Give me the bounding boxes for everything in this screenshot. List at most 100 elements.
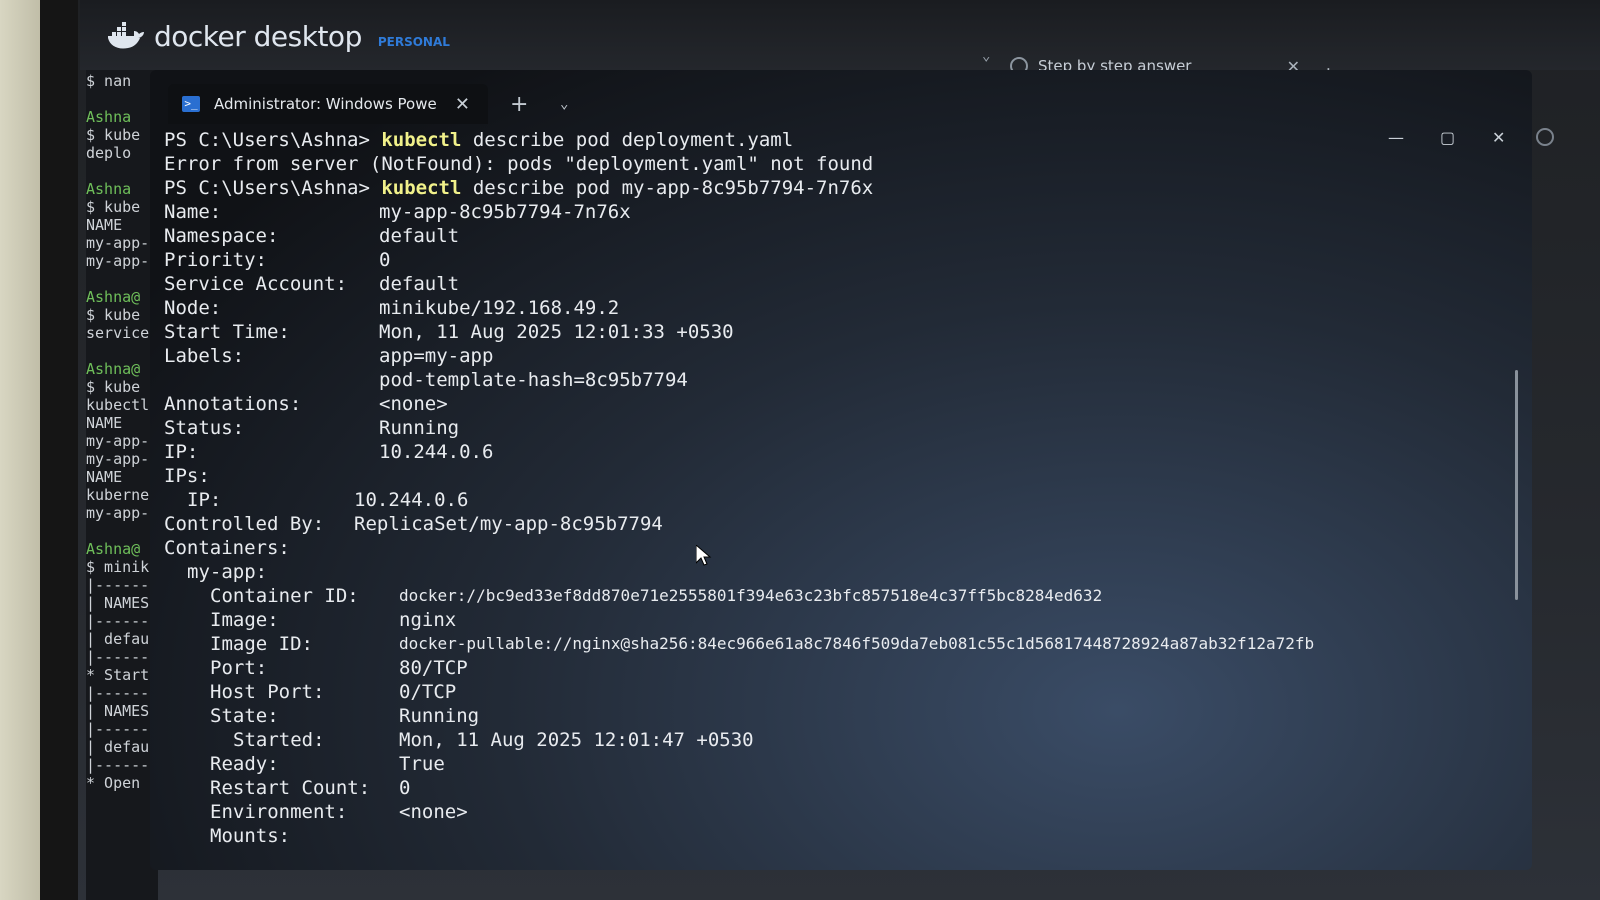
terminal-window: >_ Administrator: Windows Powe ✕ + ⌄ — ▢… bbox=[150, 70, 1532, 870]
field-row: Start Time: Mon, 11 Aug 2025 12:01:33 +05… bbox=[164, 320, 1512, 344]
bash-line: Ashna bbox=[86, 180, 132, 198]
bash-line: kubectl bbox=[86, 396, 150, 414]
field-row: Environment: <none> bbox=[164, 800, 1512, 824]
bash-line: |------ bbox=[86, 720, 150, 738]
docker-whale-icon bbox=[108, 21, 144, 49]
field-value: <none> bbox=[379, 393, 448, 415]
field-key: IPs: bbox=[164, 465, 210, 487]
bash-line: * Open bbox=[86, 774, 141, 792]
field-row: my-app: bbox=[164, 560, 1512, 584]
field-value: 0 bbox=[379, 249, 391, 271]
field-row: Namespace: default bbox=[164, 224, 1512, 248]
field-value: Mon, 11 Aug 2025 12:01:47 +0530 bbox=[399, 729, 754, 751]
field-key: IP: bbox=[164, 441, 199, 463]
terminal-dropdown-chevron-icon[interactable]: ⌄ bbox=[560, 96, 568, 112]
bash-line: NAME bbox=[86, 414, 123, 432]
bash-line: | defau bbox=[86, 630, 150, 648]
bash-line: service bbox=[86, 324, 150, 342]
bash-line: my-app- bbox=[86, 504, 150, 522]
field-value: docker-pullable://nginx@sha256:84ec966e6… bbox=[399, 634, 1315, 653]
bash-line: $ nan bbox=[86, 72, 132, 90]
terminal-line: PS C:\Users\Ashna> kubectl describe pod … bbox=[164, 128, 1512, 152]
terminal-line: Error from server (NotFound): pods "depl… bbox=[164, 152, 1512, 176]
field-row: State: Running bbox=[164, 704, 1512, 728]
field-value: 0/TCP bbox=[399, 681, 457, 703]
field-row: IPs: bbox=[164, 464, 1512, 488]
field-value: default bbox=[379, 225, 460, 247]
field-key: IP: bbox=[187, 489, 222, 511]
terminal-line: PS C:\Users\Ashna> kubectl describe pod … bbox=[164, 176, 1512, 200]
field-value: 10.244.0.6 bbox=[379, 441, 494, 463]
background-bash-window: $ C$ nan$ nanAshna$ kubedeploAshna$ kube… bbox=[86, 0, 158, 900]
field-key: Restart Count: bbox=[210, 777, 371, 799]
field-key: Node: bbox=[164, 297, 222, 319]
field-key: Host Port: bbox=[210, 681, 325, 703]
plan-badge: PERSONAL bbox=[377, 34, 450, 49]
field-value: Running bbox=[379, 417, 460, 439]
command-keyword: kubectl bbox=[381, 177, 462, 199]
new-terminal-tab-plus-icon[interactable]: + bbox=[510, 92, 528, 117]
field-key: Name: bbox=[164, 201, 222, 223]
bash-line: |------ bbox=[86, 612, 150, 630]
bash-line: NAME bbox=[86, 216, 123, 234]
field-key: Controlled By: bbox=[164, 513, 325, 535]
terminal-tab-strip: >_ Administrator: Windows Powe ✕ + ⌄ bbox=[150, 70, 1532, 124]
field-row: Containers: bbox=[164, 536, 1512, 560]
bash-line: Ashna@ bbox=[86, 360, 141, 378]
field-key: Annotations: bbox=[164, 393, 302, 415]
field-row: Restart Count: 0 bbox=[164, 776, 1512, 800]
field-value: Mon, 11 Aug 2025 12:01:33 +0530 bbox=[379, 321, 734, 343]
bash-line: my-app- bbox=[86, 252, 150, 270]
field-value: ReplicaSet/my-app-8c95b7794 bbox=[354, 513, 663, 535]
terminal-output[interactable]: PS C:\Users\Ashna> kubectl describe pod … bbox=[164, 128, 1512, 870]
field-row: Container ID: docker://bc9ed33ef8dd870e71… bbox=[164, 584, 1512, 608]
bash-line: |------ bbox=[86, 756, 150, 774]
field-value: nginx bbox=[399, 609, 457, 631]
bash-line: |------ bbox=[86, 648, 150, 666]
field-value: True bbox=[399, 753, 445, 775]
field-key: Labels: bbox=[164, 345, 245, 367]
bash-line bbox=[86, 270, 158, 288]
field-key: Mounts: bbox=[210, 825, 291, 847]
prompt: PS C:\Users\Ashna> bbox=[164, 129, 382, 151]
bash-line: $ kube bbox=[86, 126, 141, 144]
prompt: PS C:\Users\Ashna> bbox=[164, 177, 382, 199]
bash-line: my-app- bbox=[86, 432, 150, 450]
field-key: State: bbox=[210, 705, 279, 727]
field-row: Priority: 0 bbox=[164, 248, 1512, 272]
bash-line: $ minik bbox=[86, 558, 150, 576]
field-key: Image ID: bbox=[210, 633, 313, 655]
field-key: Namespace: bbox=[164, 225, 279, 247]
field-row: Started: Mon, 11 Aug 2025 12:01:47 +0530 bbox=[164, 728, 1512, 752]
field-value: app=my-app bbox=[379, 345, 494, 367]
scrollbar-thumb[interactable] bbox=[1515, 370, 1518, 600]
terminal-tab[interactable]: >_ Administrator: Windows Powe ✕ bbox=[168, 84, 488, 124]
field-key: my-app: bbox=[187, 561, 268, 583]
field-value: Running bbox=[399, 705, 480, 727]
bash-line: $ kube bbox=[86, 198, 141, 216]
field-row: Node: minikube/192.168.49.2 bbox=[164, 296, 1512, 320]
field-key: Environment: bbox=[210, 801, 348, 823]
field-value: <none> bbox=[399, 801, 468, 823]
bash-line: Ashna bbox=[86, 108, 132, 126]
extension-icon[interactable] bbox=[1536, 128, 1554, 146]
field-key: Containers: bbox=[164, 537, 290, 559]
bash-line bbox=[86, 90, 158, 108]
bash-line: $ kube bbox=[86, 378, 141, 396]
bash-line: NAME bbox=[86, 468, 123, 486]
field-value: 80/TCP bbox=[399, 657, 468, 679]
bash-line bbox=[86, 342, 158, 360]
bash-line bbox=[86, 162, 158, 180]
bash-line: my-app- bbox=[86, 234, 150, 252]
field-value: 0 bbox=[399, 777, 411, 799]
docker-logo: docker desktop PERSONAL bbox=[106, 20, 450, 53]
field-key: Image: bbox=[210, 609, 279, 631]
close-icon[interactable]: ✕ bbox=[455, 94, 470, 115]
bash-line: Ashna@ bbox=[86, 288, 141, 306]
field-row: IP: 10.244.0.6 bbox=[164, 440, 1512, 464]
bash-line: $ kube bbox=[86, 306, 141, 324]
command-args: describe pod my-app-8c95b7794-7n76x bbox=[461, 177, 874, 199]
tab-dropdown-chevron-icon[interactable]: ⌄ bbox=[982, 48, 990, 64]
bash-line: Ashna@ bbox=[86, 540, 141, 558]
field-row: Controlled By: ReplicaSet/my-app-8c95b779… bbox=[164, 512, 1512, 536]
